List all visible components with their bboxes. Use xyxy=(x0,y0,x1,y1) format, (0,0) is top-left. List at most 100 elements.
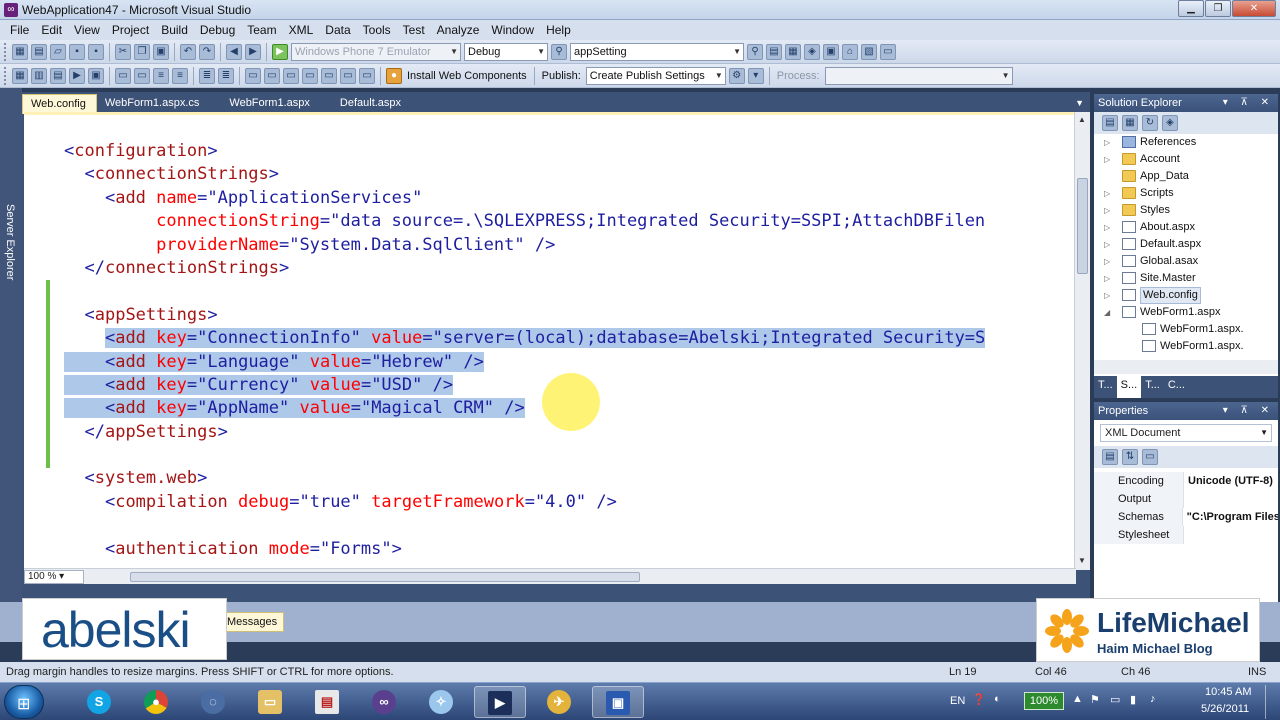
extension-manager-icon[interactable]: ▧ xyxy=(861,43,877,60)
code-line[interactable]: <configuration> xyxy=(64,140,985,163)
show-desktop-button[interactable] xyxy=(1265,685,1277,719)
menu-file[interactable]: File xyxy=(4,23,35,37)
taskbar-chrome[interactable]: ● xyxy=(131,686,183,718)
close-button[interactable]: ✕ xyxy=(1232,0,1276,17)
property-value[interactable]: Unicode (UTF-8) xyxy=(1184,472,1273,490)
taskbar-bird-app[interactable]: ✈ xyxy=(534,686,586,718)
server-explorer-tab[interactable]: Server Explorer xyxy=(4,204,16,280)
object-browser-icon[interactable]: ◈ xyxy=(804,43,820,60)
property-value[interactable]: "C:\Program Files xyxy=(1183,508,1278,526)
toggle-bookmark-icon[interactable]: ▭ xyxy=(359,67,375,84)
tree-item[interactable]: ▷ About.aspx xyxy=(1094,219,1270,236)
tab-webform1-aspx-cs[interactable]: WebForm1.aspx.cs xyxy=(97,94,210,114)
code-line[interactable]: <add key="AppName" value="Magical CRM" /… xyxy=(64,397,985,420)
code-line[interactable]: <compilation debug="true" targetFramewor… xyxy=(64,491,985,514)
bookmark-icon[interactable]: ▭ xyxy=(245,67,261,84)
property-row[interactable]: Schemas "C:\Program Files xyxy=(1094,508,1278,526)
code-line[interactable]: connectionString="data source=.\SQLEXPRE… xyxy=(64,210,985,233)
property-pages-icon[interactable]: ▭ xyxy=(1142,449,1158,465)
chevron-down-icon[interactable]: ▼ xyxy=(1075,98,1084,108)
align-icon[interactable]: ≣ xyxy=(199,67,215,84)
toolbox-icon[interactable]: ▣ xyxy=(823,43,839,60)
expand-arrow-icon[interactable]: ▷ xyxy=(1104,287,1110,304)
code-line[interactable]: <add name="ApplicationServices" xyxy=(64,187,985,210)
publish-options-icon[interactable]: ▾ xyxy=(747,67,764,84)
code-line[interactable]: <add key="Currency" value="USD" /> xyxy=(64,374,985,397)
redo-icon[interactable]: ↷ xyxy=(199,43,215,60)
properties-icon[interactable]: ▦ xyxy=(785,43,801,60)
expand-arrow-icon[interactable]: ▷ xyxy=(1104,185,1110,202)
menu-analyze[interactable]: Analyze xyxy=(431,23,486,37)
code-line[interactable]: providerName="System.Data.SqlClient" /> xyxy=(64,234,985,257)
network-tray-icon[interactable]: ▮ xyxy=(1130,693,1136,706)
tree-item[interactable]: ▷ Scripts xyxy=(1094,185,1270,202)
menu-debug[interactable]: Debug xyxy=(194,23,241,37)
tree-item[interactable]: ▷ Default.aspx xyxy=(1094,236,1270,253)
find-icon[interactable]: ⚲ xyxy=(747,43,763,60)
taskbar-pdf[interactable]: ▤ xyxy=(302,686,354,718)
menu-xml[interactable]: XML xyxy=(283,23,320,37)
taskbar-media[interactable]: ▶ xyxy=(474,686,526,718)
menu-team[interactable]: Team xyxy=(241,23,282,37)
copy-icon[interactable]: ❐ xyxy=(134,43,150,60)
start-page-icon[interactable]: ⌂ xyxy=(842,43,858,60)
expand-arrow-icon[interactable]: ▷ xyxy=(1104,202,1110,219)
code-line[interactable]: <appSettings> xyxy=(64,304,985,327)
debug-xslt-icon[interactable]: ▶ xyxy=(69,67,85,84)
prev-bookmark-icon[interactable]: ▭ xyxy=(264,67,280,84)
find-in-files-icon[interactable]: ⚲ xyxy=(551,43,567,60)
uncomment-icon[interactable]: ▭ xyxy=(134,67,150,84)
start-button[interactable]: ⊞ xyxy=(4,685,44,719)
menu-data[interactable]: Data xyxy=(319,23,356,37)
panel-controls-icon[interactable]: ▾ ⊼ ✕ xyxy=(1223,94,1274,112)
tab-webform1-aspx[interactable]: WebForm1.aspx xyxy=(209,94,320,114)
scroll-thumb[interactable] xyxy=(1077,178,1088,274)
code-line[interactable]: <add key="ConnectionInfo" value="server=… xyxy=(64,327,986,350)
add-item-icon[interactable]: ▤ xyxy=(31,43,47,60)
prev-folder-bookmark-icon[interactable]: ▭ xyxy=(302,67,318,84)
clock-date[interactable]: 5/26/2011 xyxy=(1201,703,1249,715)
expand-arrow-icon[interactable]: ▷ xyxy=(1104,253,1110,270)
indent-icon[interactable]: ≡ xyxy=(153,67,169,84)
tree-item[interactable]: ▷ Global.asax xyxy=(1094,253,1270,270)
solution-explorer-hscroll[interactable] xyxy=(1094,360,1278,374)
code-line[interactable]: <connectionStrings> xyxy=(64,163,985,186)
comment-icon[interactable]: ▭ xyxy=(115,67,131,84)
code-line[interactable]: <system.web> xyxy=(64,467,985,490)
save-all-icon[interactable]: ▪ xyxy=(88,43,104,60)
toolbar-grip[interactable] xyxy=(4,42,7,61)
install-web-components-icon[interactable]: ● xyxy=(386,67,402,84)
taskbar-safari[interactable]: ✧ xyxy=(416,686,468,718)
code-line[interactable]: <add key="Language" value="Hebrew" /> xyxy=(64,351,985,374)
menu-tools[interactable]: Tools xyxy=(357,23,397,37)
tab-team-explorer[interactable]: T... xyxy=(1141,376,1164,398)
code-line[interactable]: <authentication mode="Forms"> xyxy=(64,538,985,561)
code-line[interactable] xyxy=(64,444,985,467)
tree-item[interactable]: ▷ Web.config xyxy=(1094,287,1270,304)
publish-web-icon[interactable]: ⚙ xyxy=(728,67,745,84)
expand-arrow-icon[interactable]: ▷ xyxy=(1104,134,1110,151)
navigate-back-icon[interactable]: ◀ xyxy=(226,43,242,60)
tree-item[interactable]: WebForm1.aspx. xyxy=(1094,338,1270,355)
vertical-scrollbar[interactable]: ▲ ▼ xyxy=(1074,112,1090,570)
xml-stylesheet-icon[interactable]: ▤ xyxy=(50,67,66,84)
start-debugging-icon[interactable]: ▶ xyxy=(272,43,288,60)
next-folder-bookmark-icon[interactable]: ▭ xyxy=(321,67,337,84)
expand-arrow-icon[interactable]: ▷ xyxy=(1104,219,1110,236)
taskbar-skype[interactable]: S xyxy=(74,686,126,718)
property-row[interactable]: Output xyxy=(1094,490,1278,508)
server-explorer-strip[interactable]: Server Explorer xyxy=(0,88,22,602)
xml-output-icon[interactable]: ▣ xyxy=(88,67,104,84)
taskbar-app3[interactable]: ◌ xyxy=(188,686,240,718)
paste-icon[interactable]: ▣ xyxy=(153,43,169,60)
tree-item[interactable]: App_Data xyxy=(1094,168,1270,185)
horizontal-scroll-thumb[interactable] xyxy=(130,572,640,582)
code-line[interactable]: </appSettings> xyxy=(64,421,985,444)
taskbar-explorer[interactable]: ▭ xyxy=(245,686,297,718)
tab-solution-explorer[interactable]: S... xyxy=(1116,376,1142,398)
taskbar-visual-studio[interactable]: ∞ xyxy=(359,686,411,718)
tree-item[interactable]: ▷ References xyxy=(1094,134,1270,151)
solution-explorer-icon[interactable]: ▤ xyxy=(766,43,782,60)
tab-toolbox[interactable]: T... xyxy=(1094,376,1117,398)
expand-arrow-icon[interactable]: ◢ xyxy=(1104,304,1110,321)
